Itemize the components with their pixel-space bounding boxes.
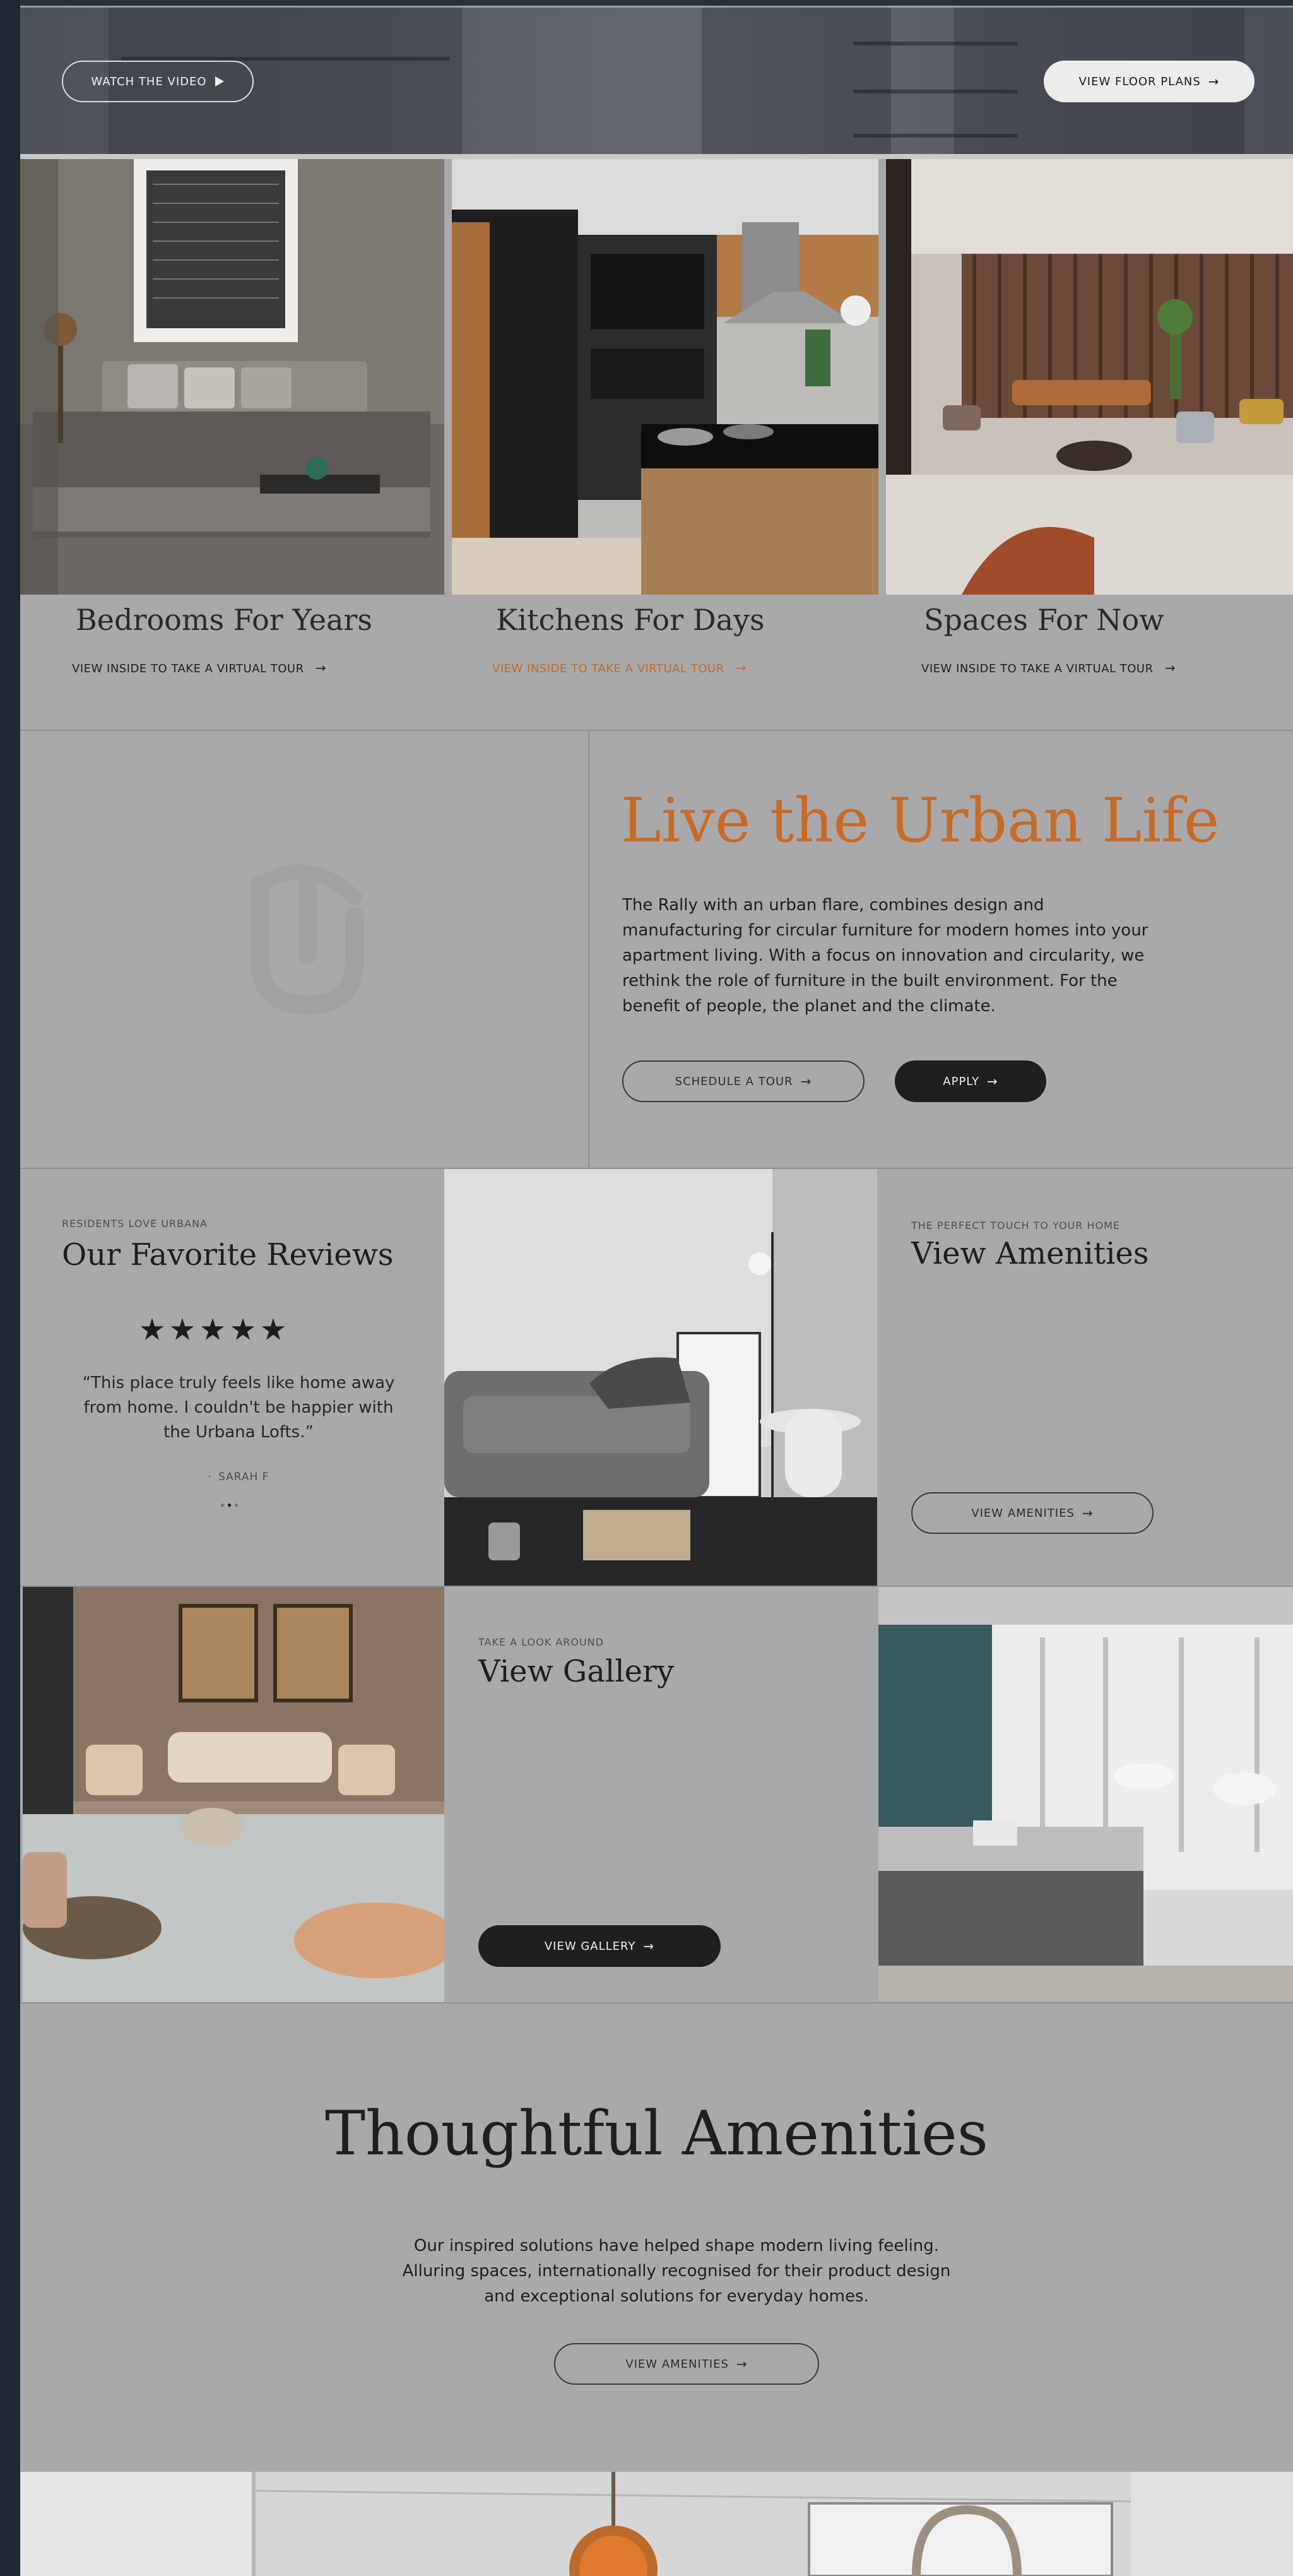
- star-icon: [140, 1318, 164, 1340]
- review-author: · SARAH F: [208, 1471, 269, 1483]
- star-icon: [170, 1318, 194, 1340]
- reviews-title: Our Favorite Reviews: [62, 1237, 394, 1273]
- section-divider: [20, 730, 1293, 731]
- page: WATCH THE VIDEO VIEW FLOOR PLANS → Bedro…: [20, 8, 1293, 2576]
- thoughtful-view-amenities-button[interactable]: VIEW AMENITIES →: [554, 2343, 819, 2385]
- rating-stars: [140, 1318, 285, 1342]
- hero-banner: WATCH THE VIDEO VIEW FLOOR PLANS →: [20, 8, 1293, 154]
- thoughtful-amenities-title: Thoughtful Amenities: [325, 2098, 988, 2169]
- kitchen-image[interactable]: [452, 159, 878, 595]
- arrow-right-icon: →: [986, 1074, 998, 1089]
- virtual-tour-link-label: VIEW INSIDE TO TAKE A VIRTUAL TOUR: [492, 662, 724, 675]
- arrow-right-icon: →: [1208, 74, 1220, 89]
- urban-life-title: Live the Urban Life: [621, 785, 1220, 856]
- room-title-kitchens: Kitchens For Days: [496, 603, 765, 637]
- view-amenities-label: VIEW AMENITIES: [971, 1506, 1075, 1520]
- urbana-logo-mark: [251, 864, 364, 1015]
- gallery-card-title: View Gallery: [478, 1654, 675, 1689]
- star-icon: [231, 1318, 255, 1340]
- top-bar: [0, 0, 1293, 8]
- schedule-tour-button[interactable]: SCHEDULE A TOUR →: [622, 1060, 865, 1102]
- bedroom-image[interactable]: [20, 159, 444, 595]
- amenities-card-eyebrow: THE PERFECT TOUCH TO YOUR HOME: [911, 1220, 1120, 1232]
- star-icon: [261, 1318, 285, 1340]
- arrow-right-icon: →: [1164, 660, 1176, 675]
- virtual-tour-link-spaces[interactable]: VIEW INSIDE TO TAKE A VIRTUAL TOUR →: [921, 660, 1176, 675]
- bedroom-window-photo: [878, 1587, 1293, 2001]
- balcony-rail: [853, 90, 1017, 93]
- arrow-right-icon: →: [800, 1074, 812, 1089]
- arrow-right-icon: →: [735, 660, 747, 675]
- left-edge-bar: [0, 0, 20, 2576]
- apply-button[interactable]: APPLY →: [895, 1060, 1046, 1102]
- carousel-dot[interactable]: [221, 1504, 224, 1507]
- virtual-tour-link-bedrooms[interactable]: VIEW INSIDE TO TAKE A VIRTUAL TOUR →: [72, 660, 326, 675]
- star-icon: [201, 1318, 225, 1340]
- room-title-bedrooms: Bedrooms For Years: [76, 603, 373, 637]
- view-amenities-label: VIEW AMENITIES: [625, 2357, 729, 2371]
- apply-label: APPLY: [943, 1074, 979, 1088]
- arrow-right-icon: →: [736, 2356, 748, 2371]
- view-gallery-label: VIEW GALLERY: [544, 1939, 636, 1953]
- view-floor-plans-button[interactable]: VIEW FLOOR PLANS →: [1044, 61, 1255, 102]
- review-quote: “This place truly feels like home away f…: [82, 1374, 395, 1442]
- lounge-photo: [23, 1587, 444, 2003]
- carousel-dot[interactable]: [235, 1504, 238, 1507]
- balcony-rail: [853, 42, 1017, 45]
- arrow-right-icon: →: [1082, 1505, 1094, 1521]
- arrow-right-icon: →: [643, 1938, 655, 1954]
- virtual-tour-link-label: VIEW INSIDE TO TAKE A VIRTUAL TOUR: [72, 662, 304, 675]
- virtual-tour-link-kitchens[interactable]: VIEW INSIDE TO TAKE A VIRTUAL TOUR →: [492, 660, 747, 675]
- schedule-tour-label: SCHEDULE A TOUR: [675, 1074, 793, 1088]
- column-divider: [588, 731, 589, 1169]
- gallery-card-eyebrow: TAKE A LOOK AROUND: [478, 1636, 604, 1648]
- play-icon: [215, 76, 224, 86]
- view-floor-plans-label: VIEW FLOOR PLANS: [1078, 74, 1201, 88]
- thoughtful-amenities-description: Our inspired solutions have helped shape…: [402, 2236, 951, 2306]
- hero-divider: [20, 154, 1293, 159]
- watch-video-button[interactable]: WATCH THE VIDEO: [62, 61, 254, 102]
- view-amenities-button[interactable]: VIEW AMENITIES →: [911, 1492, 1154, 1534]
- section-divider: [20, 2002, 1293, 2003]
- amenities-card-title: View Amenities: [911, 1236, 1149, 1271]
- review-author-name: SARAH F: [218, 1471, 269, 1483]
- sofa-photo: [444, 1169, 877, 1586]
- room-title-spaces: Spaces For Now: [924, 603, 1164, 637]
- view-gallery-button[interactable]: VIEW GALLERY →: [478, 1925, 721, 1967]
- review-carousel-dots[interactable]: [221, 1504, 238, 1507]
- urban-life-description: The Rally with an urban flare, combines …: [622, 896, 1148, 1016]
- balcony-rail: [853, 134, 1017, 138]
- virtual-tour-link-label: VIEW INSIDE TO TAKE A VIRTUAL TOUR: [921, 662, 1154, 675]
- kitchen-banner-photo: [20, 2472, 1293, 2576]
- reviews-eyebrow: RESIDENTS LOVE URBANA: [62, 1218, 208, 1230]
- carousel-dot[interactable]: [228, 1504, 231, 1507]
- watch-video-label: WATCH THE VIDEO: [91, 74, 207, 88]
- building-facade: [702, 8, 891, 154]
- living-space-image[interactable]: [886, 159, 1293, 595]
- arrow-right-icon: →: [315, 660, 327, 675]
